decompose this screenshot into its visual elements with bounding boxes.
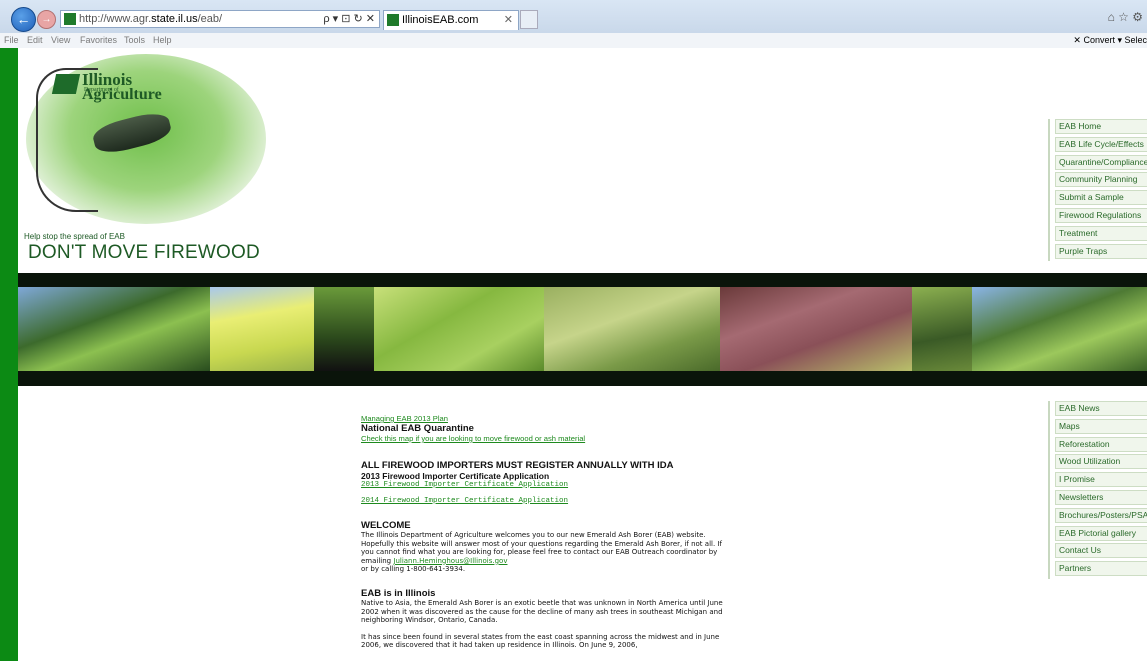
nav-label: Maps <box>1055 418 1147 434</box>
link-2013-application[interactable]: 2013 Firewood Importer Certificate Appli… <box>361 481 726 489</box>
nav-label: Wood Utilization <box>1055 454 1147 470</box>
welcome-paragraph: The Illinois Department of Agriculture w… <box>361 531 726 574</box>
menu-bar: File Edit View Favorites Tools Help ✕ Co… <box>0 33 1147 48</box>
link-2014-application[interactable]: 2014 Firewood Importer Certificate Appli… <box>361 497 726 505</box>
banner-photos <box>18 287 1147 371</box>
illinois-title: EAB is in Illinois <box>361 587 436 599</box>
email-link[interactable]: Juliann.Heminghous@Illinois.gov <box>393 557 507 565</box>
banner-photo-8 <box>972 287 1147 371</box>
convert-toolbar[interactable]: ✕ Convert ▾ Selec <box>1073 35 1147 46</box>
tagline-big: DON'T MOVE FIREWOOD <box>28 242 260 263</box>
forward-arrow-icon: → <box>41 14 52 25</box>
nav-maps[interactable]: Maps <box>1048 418 1147 437</box>
nav-community-planning[interactable]: Community Planning <box>1048 172 1147 191</box>
banner-photo-5 <box>544 287 720 371</box>
nav-reforestation[interactable]: Reforestation <box>1048 436 1147 455</box>
tab-close-icon[interactable]: ✕ <box>504 13 513 26</box>
nav-label: Reforestation <box>1055 436 1147 452</box>
banner-photo-1 <box>18 287 210 371</box>
menu-favorites[interactable]: Favorites <box>80 35 117 45</box>
nav-firewood-regulations[interactable]: Firewood Regulations <box>1048 207 1147 226</box>
site-favicon-icon <box>64 13 76 25</box>
welcome-phone: or by calling 1-800-641-3934. <box>361 565 466 574</box>
web-page: Illinois Department of Agriculture Help … <box>18 48 1147 661</box>
nav-label: I Promise <box>1055 472 1147 488</box>
nav-submit-sample[interactable]: Submit a Sample <box>1048 190 1147 208</box>
nav-label: EAB News <box>1055 401 1147 416</box>
menu-view[interactable]: View <box>51 35 70 45</box>
nav-bottom: EAB News Maps Reforestation Wood Utiliza… <box>1048 401 1147 579</box>
importers-title: ALL FIREWOOD IMPORTERS MUST REGISTER ANN… <box>361 460 674 471</box>
menu-help[interactable]: Help <box>153 35 172 45</box>
quarantine-link[interactable]: Check this map if you are looking to mov… <box>361 434 726 443</box>
nav-label: Partners <box>1055 561 1147 577</box>
nav-pictorial-gallery[interactable]: EAB Pictorial gallery <box>1048 525 1147 544</box>
banner-photo-7 <box>912 287 972 371</box>
logo-agriculture: Agriculture <box>82 86 162 103</box>
new-tab-button[interactable] <box>520 10 538 29</box>
url-host: state.il.us <box>151 13 198 25</box>
menu-file[interactable]: File <box>4 35 19 45</box>
browser-chrome: ← → http://www.agr.state.il.us/eab/ ρ ▾ … <box>0 0 1147 48</box>
banner-photo-4 <box>374 287 544 371</box>
back-arrow-icon: ← <box>16 11 31 27</box>
illinois-paragraph: Native to Asia, the Emerald Ash Borer is… <box>361 598 723 625</box>
browser-tab[interactable]: IllinoisEAB.com ✕ <box>383 10 519 30</box>
nav-life-cycle[interactable]: EAB Life Cycle/Effects <box>1048 136 1147 155</box>
nav-wood-utilization[interactable]: Wood Utilization <box>1048 454 1147 473</box>
quarantine-title: National EAB Quarantine <box>361 423 474 434</box>
nav-eab-home[interactable]: EAB Home <box>1048 119 1147 137</box>
banner-photo-6 <box>720 287 912 371</box>
forward-button[interactable]: → <box>37 10 56 29</box>
address-url[interactable]: http://www.agr.state.il.us/eab/ <box>79 13 222 25</box>
tree-banner <box>18 273 1147 386</box>
nav-label: EAB Pictorial gallery <box>1055 525 1147 541</box>
url-suffix: /eab/ <box>197 13 223 25</box>
nav-partners[interactable]: Partners <box>1048 561 1147 579</box>
ida-logo-icon <box>51 74 81 94</box>
nav-label: Purple Traps <box>1055 243 1147 259</box>
back-button[interactable]: ← <box>11 7 36 32</box>
tab-favicon-icon <box>387 14 399 26</box>
nav-quarantine[interactable]: Quarantine/Compliance <box>1048 154 1147 173</box>
welcome-title: WELCOME <box>361 520 411 531</box>
home-star-icons[interactable]: ⌂ ☆ ⚙ <box>1108 10 1143 24</box>
spread-paragraph: It has since been found in several state… <box>361 632 720 650</box>
nav-label: Submit a Sample <box>1055 190 1147 206</box>
nav-label: EAB Home <box>1055 119 1147 134</box>
nav-label: Brochures/Posters/PSAs <box>1055 507 1147 523</box>
browser-toolbar: ← → http://www.agr.state.il.us/eab/ ρ ▾ … <box>0 0 1147 33</box>
menu-edit[interactable]: Edit <box>27 35 43 45</box>
tagline-small: Help stop the spread of EAB <box>24 232 125 241</box>
nav-label: Quarantine/Compliance <box>1055 154 1147 170</box>
nav-eab-news[interactable]: EAB News <box>1048 401 1147 419</box>
url-prefix: http://www.agr. <box>79 13 152 25</box>
nav-i-promise[interactable]: I Promise <box>1048 472 1147 490</box>
nav-label: EAB Life Cycle/Effects <box>1055 136 1147 152</box>
banner-photo-3 <box>314 287 374 371</box>
nav-purple-traps[interactable]: Purple Traps <box>1048 243 1147 262</box>
banner-photo-2 <box>210 287 314 371</box>
nav-top: EAB Home EAB Life Cycle/Effects Quaranti… <box>1048 119 1147 262</box>
nav-label: Newsletters <box>1055 489 1147 505</box>
nav-newsletters[interactable]: Newsletters <box>1048 489 1147 508</box>
main-content: Managing EAB 2013 Plan National EAB Quar… <box>361 414 726 650</box>
nav-contact-us[interactable]: Contact Us <box>1048 543 1147 562</box>
address-bar[interactable]: http://www.agr.state.il.us/eab/ ρ ▾ ⊡ ↻ … <box>60 10 380 28</box>
menu-tools[interactable]: Tools <box>124 35 145 45</box>
nav-label: Community Planning <box>1055 172 1147 188</box>
nav-label: Contact Us <box>1055 543 1147 559</box>
address-tools[interactable]: ρ ▾ ⊡ ↻ ✕ <box>323 12 375 25</box>
plan-link[interactable]: Managing EAB 2013 Plan <box>361 414 726 423</box>
nav-label: Firewood Regulations <box>1055 207 1147 223</box>
header-logo[interactable]: Illinois Department of Agriculture <box>18 48 273 233</box>
nav-brochures[interactable]: Brochures/Posters/PSAs <box>1048 507 1147 526</box>
importers-subtitle: 2013 Firewood Importer Certificate Appli… <box>361 471 550 481</box>
nav-treatment[interactable]: Treatment <box>1048 225 1147 244</box>
nav-label: Treatment <box>1055 225 1147 241</box>
tab-title: IllinoisEAB.com <box>402 14 479 26</box>
